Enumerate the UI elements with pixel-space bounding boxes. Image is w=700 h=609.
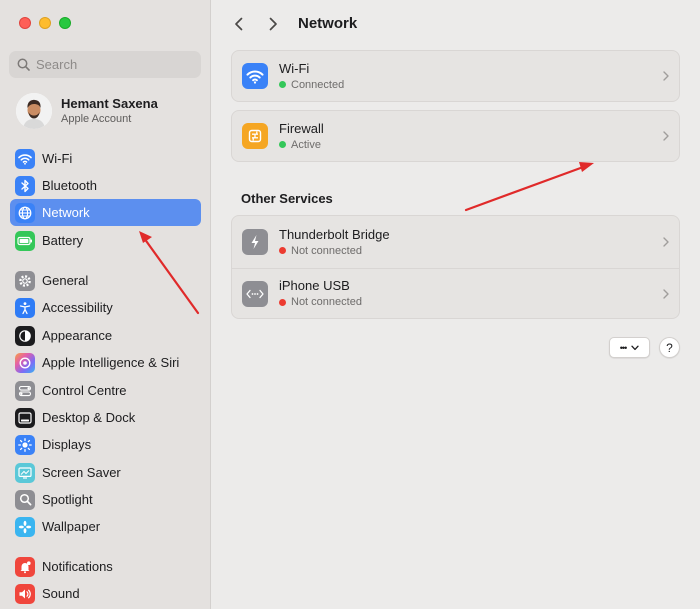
minimize-window-button[interactable] <box>39 17 51 29</box>
chevron-right-icon <box>663 288 669 299</box>
sidebar-item-screen-saver[interactable]: Screen Saver <box>10 459 201 486</box>
sidebar-item-label: Wi-Fi <box>42 151 73 166</box>
sidebar-item-notifications[interactable]: Notifications <box>10 553 201 580</box>
other-services-heading: Other Services <box>241 191 333 206</box>
main-panel: Network Wi-Fi Connected Firewall Active <box>212 0 700 609</box>
avatar <box>16 93 52 129</box>
status-dot <box>279 141 286 148</box>
gear-icon <box>15 270 35 291</box>
more-actions-label: ••• <box>619 342 628 353</box>
service-status: Connected <box>291 78 345 91</box>
siri-icon <box>15 352 35 373</box>
sidebar-item-label: Screen Saver <box>42 465 121 480</box>
traffic-lights <box>19 17 71 29</box>
wifi-icon <box>242 63 268 89</box>
zoom-window-button[interactable] <box>59 17 71 29</box>
sidebar-item-label: Notifications <box>42 559 113 574</box>
wallpaper-icon <box>15 516 35 537</box>
sidebar-item-label: Battery <box>42 233 84 248</box>
wifi-icon <box>15 148 35 169</box>
sidebar-item-label: Spotlight <box>42 492 93 507</box>
sidebar-item-spotlight[interactable]: Spotlight <box>10 486 201 513</box>
other-services-card: Thunderbolt Bridge Not connected iPhone … <box>231 215 680 319</box>
sidebar-item-displays[interactable]: Displays <box>10 431 201 458</box>
spotlight-icon <box>15 489 35 510</box>
thunderbolt-icon <box>242 229 268 255</box>
sidebar-item-wallpaper[interactable]: Wallpaper <box>10 513 201 540</box>
chevron-right-icon <box>663 131 669 141</box>
account-name: Hemant Saxena <box>61 96 158 111</box>
usb-icon <box>242 280 268 307</box>
sidebar-item-label: Network <box>42 205 90 220</box>
sound-icon <box>15 583 35 604</box>
close-window-button[interactable] <box>19 17 31 29</box>
search-icon <box>17 58 30 71</box>
help-button[interactable]: ? <box>659 337 680 358</box>
sidebar-item-accessibility[interactable]: Accessibility <box>10 294 201 321</box>
apple-account[interactable]: Hemant Saxena Apple Account <box>16 93 158 129</box>
status-dot <box>279 247 286 254</box>
sidebar-item-label: Displays <box>42 437 92 452</box>
sidebar-item-label: Apple Intelligence & Siri <box>42 355 180 370</box>
chevron-down-icon <box>631 345 639 350</box>
displays-icon <box>15 434 35 455</box>
chevron-left-icon <box>235 17 243 31</box>
screen-saver-icon <box>15 462 35 483</box>
firewall-icon <box>242 123 268 149</box>
service-row-firewall[interactable]: Firewall Active <box>232 111 679 161</box>
search-input[interactable] <box>36 57 186 72</box>
service-row-wifi[interactable]: Wi-Fi Connected <box>232 51 679 101</box>
sidebar-item-appearance[interactable]: Appearance <box>10 322 201 349</box>
sidebar: Hemant Saxena Apple Account Wi-Fi Blueto… <box>0 0 211 609</box>
notifications-icon <box>15 556 35 577</box>
sidebar-item-wifi[interactable]: Wi-Fi <box>10 145 201 172</box>
page-title: Network <box>298 15 358 32</box>
sidebar-item-label: Sound <box>42 586 80 601</box>
firewall-service-card: Firewall Active <box>231 110 680 162</box>
globe-icon <box>15 202 35 223</box>
sidebar-item-sound[interactable]: Sound <box>10 580 201 607</box>
control-centre-icon <box>15 380 35 401</box>
more-actions-button[interactable]: ••• <box>609 337 650 358</box>
back-button[interactable] <box>229 14 249 34</box>
service-title: Thunderbolt Bridge <box>279 226 390 242</box>
bluetooth-icon <box>15 175 35 196</box>
chevron-right-icon <box>663 237 669 247</box>
status-dot <box>279 298 286 306</box>
service-title: Wi-Fi <box>279 60 310 76</box>
service-status: Not connected <box>291 296 362 308</box>
service-status: Not connected <box>291 244 362 257</box>
sidebar-item-bluetooth[interactable]: Bluetooth <box>10 172 201 199</box>
search-field[interactable] <box>9 51 201 78</box>
sidebar-item-label: Appearance <box>42 328 113 343</box>
sidebar-item-label: Accessibility <box>42 300 113 315</box>
service-row-iphone-usb[interactable]: iPhone USB Not connected <box>232 268 679 318</box>
sidebar-item-label: General <box>42 273 89 288</box>
sidebar-item-label: Wallpaper <box>42 519 101 534</box>
service-title: Firewall <box>279 120 324 136</box>
service-row-thunderbolt-bridge[interactable]: Thunderbolt Bridge Not connected <box>232 216 679 268</box>
sidebar-item-label: Bluetooth <box>42 178 97 193</box>
sidebar-item-label: Desktop & Dock <box>42 410 136 425</box>
forward-button[interactable] <box>263 14 283 34</box>
accessibility-icon <box>15 297 35 318</box>
chevron-right-icon <box>269 17 277 31</box>
sidebar-item-apple-intelligence-siri[interactable]: Apple Intelligence & Siri <box>10 349 201 376</box>
sidebar-item-network[interactable]: Network <box>10 199 201 226</box>
sidebar-item-general[interactable]: General <box>10 267 201 294</box>
chevron-right-icon <box>663 71 669 81</box>
sidebar-item-desktop-dock[interactable]: Desktop & Dock <box>10 404 201 431</box>
wifi-service-card: Wi-Fi Connected <box>231 50 680 102</box>
dock-icon <box>15 407 35 428</box>
service-status: Active <box>291 138 321 151</box>
service-title: iPhone USB <box>279 278 350 293</box>
appearance-icon <box>15 325 35 346</box>
status-dot <box>279 81 286 88</box>
sidebar-item-battery[interactable]: Battery <box>10 227 201 254</box>
sidebar-item-label: Control Centre <box>42 383 127 398</box>
sidebar-item-control-centre[interactable]: Control Centre <box>10 377 201 404</box>
account-subtitle: Apple Account <box>61 113 132 125</box>
battery-icon <box>15 230 35 251</box>
